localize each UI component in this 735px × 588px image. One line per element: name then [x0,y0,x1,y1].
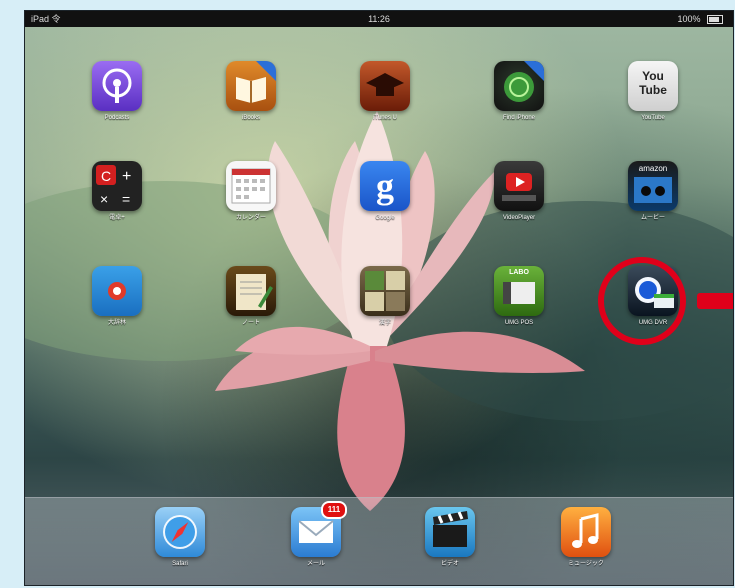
app-ibooks[interactable]: iBooks [211,61,291,122]
app-label: ビデオ [440,561,459,567]
umg-pos-icon: LABO [494,266,544,316]
clapperboard-icon [425,507,475,557]
app-amazon-movie[interactable]: amazon ムービー [613,161,693,222]
app-notes[interactable]: ノート [211,266,291,327]
mail-unread-badge: 111 [321,501,347,519]
app-label: ノート [241,320,260,326]
dock-videos[interactable]: ビデオ [410,507,490,568]
app-label: ムービー [640,215,665,221]
calculator-icon: C + × = [92,161,142,211]
notes-icon [226,266,276,316]
app-find-iphone[interactable]: Find iPhone [479,61,559,122]
app-label: メール [306,561,325,567]
clock: 11:26 [368,14,390,24]
dock-music[interactable]: ミュージック [546,507,626,568]
app-calendar[interactable]: カレンダー [211,161,291,222]
app-calculator[interactable]: C + × = 電卓+ [77,161,157,222]
highlight-circle [598,257,686,345]
svg-text:×: × [100,191,108,207]
battery-icon [707,15,723,25]
calendar-icon [226,161,276,211]
dock-mail[interactable]: 111 メール [276,501,356,568]
app-label: Podcasts [104,115,130,121]
youtube-icon: You Tube [628,61,678,111]
kanji-icon [360,266,410,316]
graduation-cap-icon [360,61,410,111]
app-label: Safari [172,561,188,567]
app-podcasts[interactable]: Podcasts [77,61,157,122]
battery-indicator: 100% [677,11,723,27]
battery-percent: 100% [677,14,701,24]
app-kanji[interactable]: 漢字 [345,266,425,327]
app-youtube[interactable]: You Tube YouTube [613,61,693,122]
dock-safari[interactable]: Safari [140,507,220,568]
app-label: Google [375,215,395,221]
app-label: iBooks [241,115,260,121]
podcasts-icon [92,61,142,111]
app-umg-pos[interactable]: LABO UMG POS [479,266,559,327]
app-label: 電卓+ [109,215,125,221]
google-icon: g [360,161,410,211]
app-label: 漢字 [378,320,391,326]
app-itunes-u[interactable]: iTunes U [345,61,425,122]
svg-text:C: C [101,168,111,184]
compass-icon [155,507,205,557]
google-g-letter: g [376,166,394,206]
app-label: YouTube [641,115,665,121]
dock [25,497,733,585]
app-video-player[interactable]: VideoPlayer [479,161,559,222]
youtube-you-text: You Tube [639,69,667,97]
amazon-movie-icon: amazon [628,161,678,211]
app-label: ミュージック [568,561,604,567]
svg-text:=: = [122,191,130,207]
app-dictionary[interactable]: 大辞林 [77,266,157,327]
svg-text:+: + [122,168,131,185]
app-label: Find iPhone [502,115,536,121]
app-label: 大辞林 [107,320,126,326]
app-label: UMG POS [504,320,534,326]
pointer-arrow [697,293,733,309]
video-player-icon [494,161,544,211]
app-google[interactable]: g Google [345,161,425,222]
ibooks-icon [226,61,276,111]
music-note-icon [561,507,611,557]
radar-icon [494,61,544,111]
ipad-screen: iPad 令 11:26 100% Podcasts iBooks iTunes [24,10,734,586]
app-label: カレンダー [235,215,266,221]
status-bar: iPad 令 11:26 100% [25,11,733,27]
app-label: iTunes U [373,115,397,121]
mail-icon: 111 [291,501,347,557]
dictionary-icon [92,266,142,316]
app-label: VideoPlayer [502,215,536,221]
photo-frame: iPad 令 11:26 100% Podcasts iBooks iTunes [0,0,735,588]
